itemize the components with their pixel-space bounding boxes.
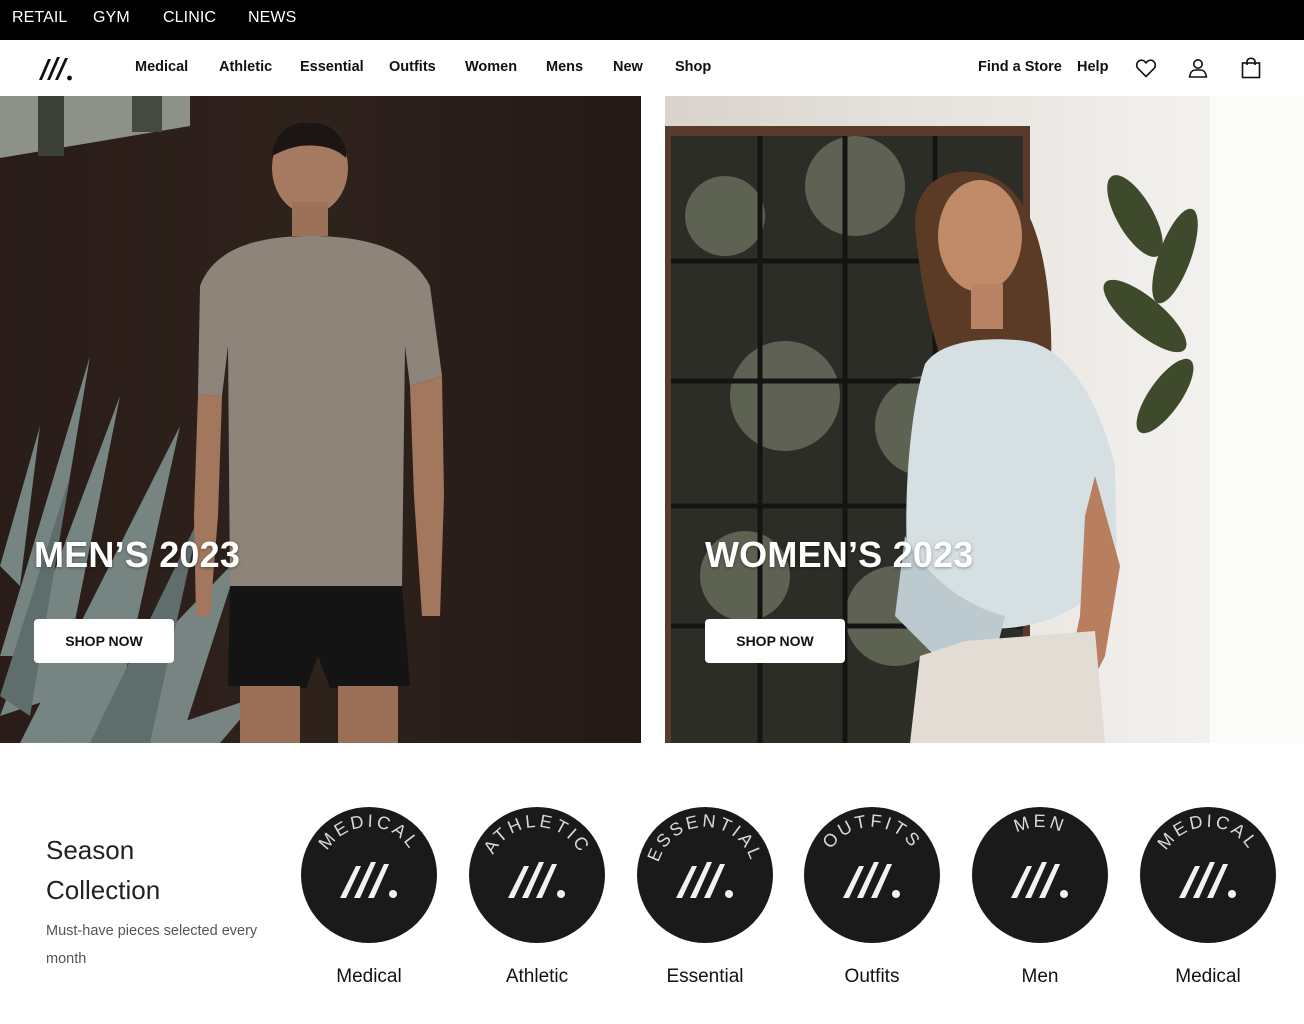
nav-link-women[interactable]: Women (465, 59, 517, 75)
topbar-link-gym[interactable]: GYM (93, 9, 130, 27)
category-label: Medical (1175, 966, 1241, 987)
topbar-link-retail[interactable]: RETAIL (12, 9, 67, 27)
category-label: Athletic (505, 966, 569, 987)
category-essential-3[interactable]: ESSENTIAL Essential (635, 806, 775, 1006)
season-collection-title: Season Collection (46, 830, 160, 910)
category-medical-1[interactable]: MEDICAL Medical (299, 806, 439, 1006)
find-a-store-link[interactable]: Find a Store (978, 59, 1062, 75)
season-title-line1: Season (46, 835, 135, 865)
category-label: Medical (336, 966, 402, 987)
brand-logo-icon[interactable] (36, 53, 76, 83)
category-label: Outfits (844, 966, 900, 987)
hero-women-banner[interactable]: WOMEN’S 2023 SHOP NOW (665, 96, 1304, 743)
user-icon[interactable] (1186, 56, 1210, 80)
help-link[interactable]: Help (1077, 59, 1108, 75)
bag-icon[interactable] (1239, 56, 1263, 80)
topbar-link-news[interactable]: NEWS (248, 9, 296, 27)
category-athletic-2[interactable]: ATHLETIC Athletic (467, 806, 607, 1006)
top-bar: RETAIL GYM CLINIC NEWS (0, 0, 1304, 40)
heart-icon[interactable] (1134, 56, 1158, 80)
nav-link-medical[interactable]: Medical (135, 59, 188, 75)
category-label: Essential (666, 966, 744, 987)
category-badge-icon: MEDICAL (1140, 807, 1276, 943)
category-medical-6[interactable]: MEDICAL Medical (1138, 806, 1278, 1006)
category-badge-icon: ESSENTIAL (637, 807, 773, 943)
women-shop-now-button[interactable]: SHOP NOW (705, 619, 845, 663)
women-hero-title: WOMEN’S 2023 (705, 534, 974, 575)
topbar-link-clinic[interactable]: CLINIC (163, 9, 216, 27)
season-title-line2: Collection (46, 875, 161, 905)
season-collection-subtitle: Must-have pieces selected every month (46, 923, 258, 967)
nav-link-essential[interactable]: Essential (300, 59, 364, 75)
men-shop-now-button[interactable]: SHOP NOW (34, 619, 174, 663)
nav-link-new[interactable]: New (613, 59, 643, 75)
nav-link-shop[interactable]: Shop (675, 59, 711, 75)
nav-link-athletic[interactable]: Athletic (219, 59, 272, 75)
men-hero-title: MEN’S 2023 (34, 534, 241, 575)
category-badge-icon: OUTFITS (804, 807, 940, 943)
main-nav: Medical Athletic Essential Outfits Women… (0, 40, 1304, 96)
category-badge-icon: ATHLETIC (469, 807, 605, 943)
category-label: Men (1021, 966, 1059, 987)
category-men-5[interactable]: MEN Men (970, 806, 1110, 1006)
nav-link-outfits[interactable]: Outfits (389, 59, 436, 75)
category-outfits-4[interactable]: OUTFITS Outfits (802, 806, 942, 1006)
nav-link-mens[interactable]: Mens (546, 59, 583, 75)
hero-men-banner[interactable]: MEN’S 2023 SHOP NOW (0, 96, 641, 743)
category-badge-icon: MEDICAL (301, 807, 437, 943)
category-badge-icon: MEN (972, 807, 1108, 943)
